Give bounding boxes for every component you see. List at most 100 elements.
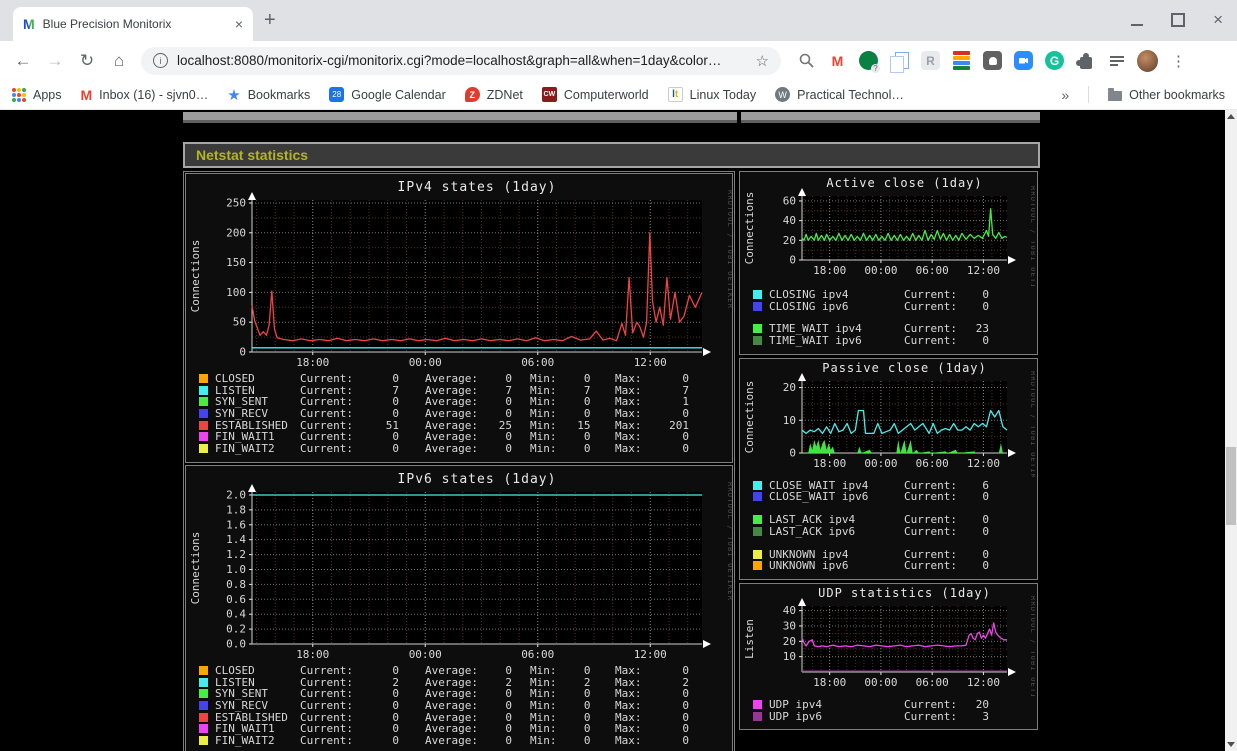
- legend-swatch: [199, 712, 208, 722]
- bookmark-practical-technology[interactable]: W Practical Technol…: [775, 87, 904, 102]
- svg-text:10: 10: [783, 650, 796, 663]
- legend-swatch: [753, 492, 762, 502]
- legend-swatch: [753, 480, 762, 490]
- svg-text:06:00: 06:00: [916, 264, 949, 277]
- other-bookmarks[interactable]: Other bookmarks: [1108, 87, 1225, 102]
- profile-avatar[interactable]: [1137, 49, 1158, 72]
- media-queue-icon[interactable]: [1106, 50, 1127, 71]
- svg-text:40: 40: [783, 604, 796, 617]
- linux-today-icon: lt: [667, 87, 683, 102]
- bookmark-star-icon[interactable]: ☆: [756, 52, 769, 70]
- svg-text:RRDTOOL / TOBI OETIKER: RRDTOOL / TOBI OETIKER: [1029, 186, 1035, 286]
- scroll-down-arrow[interactable]: [1227, 742, 1235, 747]
- new-tab-button[interactable]: +: [264, 9, 276, 32]
- svg-text:00:00: 00:00: [864, 676, 897, 689]
- svg-text:Connections: Connections: [743, 192, 756, 265]
- legend-row: SYN_SENT Current: 0 Average: 0 Min: 0 Max: 0: [199, 687, 726, 700]
- legend-swatch: [199, 689, 208, 699]
- window-close-button[interactable]: ×: [1213, 11, 1223, 28]
- legend-row: LAST_ACK ipv6 Current: 0: [753, 524, 1031, 538]
- bookmark-label: Computerworld: [563, 87, 649, 102]
- svg-text:Connections: Connections: [189, 531, 202, 604]
- svg-text:0: 0: [239, 346, 246, 359]
- gmail-icon[interactable]: M: [827, 50, 848, 71]
- svg-text:IPv6 states (1day): IPv6 states (1day): [398, 472, 557, 487]
- search-icon[interactable]: [796, 50, 817, 71]
- bookmark-inbox[interactable]: M Inbox (16) - sjvn0…: [81, 87, 209, 103]
- reading-list-icon[interactable]: [951, 50, 972, 71]
- udp-statistics-legend: UDP ipv4 Current: 20 UDP ipv6 Current: 3: [740, 696, 1037, 729]
- svg-text:0: 0: [789, 254, 796, 267]
- svg-text:18:00: 18:00: [296, 648, 329, 661]
- bookmark-label: Apps: [33, 87, 62, 102]
- extension-icons: M R G ⋮: [796, 49, 1189, 73]
- ipv6-states-chart[interactable]: 0.0 0.2 0.4 0.6 0.8 1.0 1.2 1.4 1.6 1.8 2.0 18:00 00…: [186, 466, 732, 662]
- svg-text:RRDTOOL / TOBI OETIKER: RRDTOOL / TOBI OETIKER: [726, 482, 732, 601]
- ipv6-states-legend: CLOSED Current: 0 Average: 0 Min: 0 Max: 0 LISTEN…: [186, 662, 732, 751]
- bookmark-bookmarks[interactable]: ★ Bookmarks: [227, 86, 310, 104]
- bookmark-linux-today[interactable]: lt Linux Today: [667, 87, 757, 102]
- computerworld-icon: CW: [541, 87, 557, 102]
- r-extension-icon[interactable]: R: [920, 50, 941, 71]
- legend-value: 0: [505, 442, 512, 456]
- browser-menu-icon[interactable]: ⋮: [1168, 50, 1189, 71]
- reload-button[interactable]: ↻: [72, 46, 102, 76]
- bookmark-computerworld[interactable]: CW Computerworld: [541, 87, 649, 102]
- passive-close-chart[interactable]: 0 10 20 18:00 00:00 06:00 12:00 Passive close (…: [740, 359, 1035, 477]
- bookmarks-overflow-icon[interactable]: »: [1061, 87, 1069, 103]
- svg-text:Connections: Connections: [189, 240, 202, 313]
- svg-text:1.6: 1.6: [226, 518, 246, 531]
- bookmark-apps[interactable]: Apps: [12, 87, 62, 102]
- active-close-chart[interactable]: 0 20 40 60 18:00 00:00 06:00 12:00 Active close …: [740, 172, 1035, 286]
- svg-text:RRDTOOL / TOBI OETIKER: RRDTOOL / TOBI OETIKER: [1029, 371, 1035, 477]
- netstat-left-column: 0 50 100 150 200 250 18:00 00:00 06:00 12:00 IPv4 …: [183, 171, 735, 751]
- copy-docs-icon[interactable]: [889, 50, 910, 73]
- bookmarks-divider: [1088, 86, 1090, 103]
- legend-row: LISTEN Current: 2 Average: 2 Min: 2 Max: 2: [199, 676, 726, 689]
- svg-text:18:00: 18:00: [813, 457, 846, 470]
- vertical-scrollbar[interactable]: [1225, 110, 1237, 751]
- legend-swatch: [199, 385, 208, 395]
- address-bar[interactable]: i localhost:8080/monitorix-cgi/monitorix…: [141, 46, 781, 75]
- site-info-icon[interactable]: i: [153, 53, 168, 68]
- tab-title: Blue Precision Monitorix: [42, 17, 172, 31]
- udp-statistics-chart[interactable]: 10 20 30 40 18:00 00:00 06:00 12:00 UDP statisti…: [740, 584, 1035, 696]
- bookmark-zdnet[interactable]: Z ZDNet: [464, 87, 523, 102]
- legend-row: ESTABLISHED Current: 0 Average: 0 Min: 0 Max: 0: [199, 711, 726, 724]
- browser-tab[interactable]: M Blue Precision Monitorix ×: [13, 7, 253, 41]
- minimize-button[interactable]: [1131, 15, 1144, 26]
- legend-swatch: [199, 409, 208, 419]
- extensions-puzzle-icon[interactable]: [1075, 50, 1096, 71]
- ipv4-states-graph-block: 0 50 100 150 200 250 18:00 00:00 06:00 12:00 IPv4 …: [185, 173, 733, 463]
- grammarly-icon[interactable]: G: [1044, 50, 1065, 71]
- url-text[interactable]: localhost:8080/monitorix-cgi/monitorix.c…: [177, 53, 747, 68]
- legend-label: TIME_WAIT ipv6: [769, 334, 862, 348]
- tab-close-icon[interactable]: ×: [235, 16, 243, 32]
- maximize-button[interactable]: [1171, 13, 1186, 27]
- back-button[interactable]: ←: [8, 46, 38, 76]
- active-close-legend: CLOSING ipv4 Current: 0 CLOSING ipv6 Current…: [740, 286, 1037, 354]
- keep-icon[interactable]: [982, 50, 1003, 71]
- legend-value: 0: [392, 442, 399, 456]
- bookmark-google-calendar[interactable]: 28 Google Calendar: [329, 87, 446, 102]
- home-button[interactable]: ⌂: [104, 46, 134, 76]
- zoom-icon[interactable]: [1013, 50, 1034, 71]
- forward-button[interactable]: →: [40, 46, 70, 76]
- scrollbar-thumb[interactable]: [1226, 447, 1236, 525]
- svg-text:RRDTOOL / TOBI OETIKER: RRDTOOL / TOBI OETIKER: [726, 190, 732, 309]
- svg-text:18:00: 18:00: [813, 676, 846, 689]
- tab-strip: M Blue Precision Monitorix × + ×: [0, 0, 1237, 41]
- bookmark-label: Linux Today: [689, 87, 757, 102]
- legend-label: CLOSE_WAIT ipv6: [769, 490, 869, 504]
- legend-label: LAST_ACK ipv6: [769, 524, 856, 538]
- scroll-up-arrow[interactable]: [1227, 114, 1235, 119]
- legend-label: FIN_WAIT2: [215, 442, 275, 456]
- contact-help-icon[interactable]: [858, 50, 879, 71]
- legend-row: FIN_WAIT2 Current: 0 Average: 0 Min: 0 Max: 0: [199, 734, 726, 747]
- legend-row: CLOSED Current: 0 Average: 0 Min: 0 Max: 0: [199, 372, 726, 385]
- legend-row: LAST_ACK ipv4 Current: 0: [753, 513, 1031, 526]
- legend-swatch: [199, 700, 208, 710]
- zdnet-icon: Z: [464, 87, 480, 102]
- legend-swatch: [199, 420, 208, 430]
- ipv4-states-chart[interactable]: 0 50 100 150 200 250 18:00 00:00 06:00 12:00 IPv4 …: [186, 174, 732, 370]
